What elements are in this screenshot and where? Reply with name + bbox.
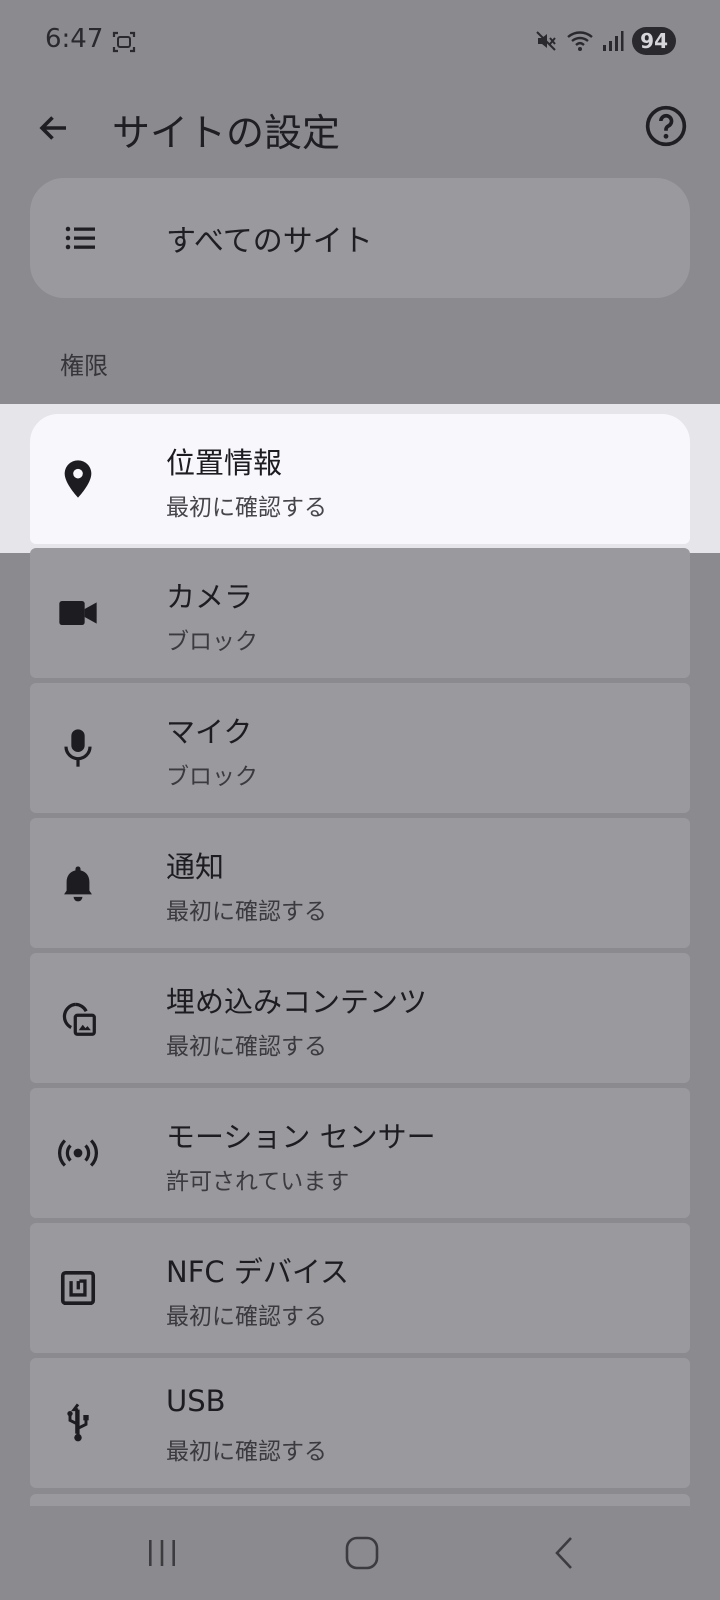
permission-status: 最初に確認する	[166, 495, 327, 521]
permission-title: マイク	[166, 715, 253, 749]
wifi-icon	[567, 31, 593, 51]
status-icons: 94	[534, 26, 676, 56]
permission-title: カメラ	[166, 580, 254, 614]
all-sites-label: すべてのサイト	[166, 224, 373, 259]
usb-icon	[58, 1403, 98, 1443]
microphone-icon	[58, 728, 98, 768]
mute-icon	[536, 31, 556, 51]
permission-item-location[interactable]: 位置情報 最初に確認する	[30, 414, 690, 544]
permission-item-nfc[interactable]: NFC デバイス 最初に確認する	[30, 1223, 690, 1353]
permission-status: 最初に確認する	[166, 1439, 327, 1465]
screenshot-icon	[112, 31, 136, 53]
location-pin-icon	[58, 459, 98, 499]
video-camera-icon	[58, 593, 98, 633]
permission-status: 最初に確認する	[166, 1304, 327, 1330]
permission-status: 許可されています	[166, 1169, 350, 1195]
permission-status: 最初に確認する	[166, 899, 327, 925]
permission-title: 通知	[166, 850, 225, 884]
permission-item-partial[interactable]	[30, 1494, 690, 1506]
bell-icon	[58, 863, 98, 903]
list-icon	[65, 226, 95, 250]
permission-item-microphone[interactable]: マイク ブロック	[30, 683, 690, 813]
permission-status: ブロック	[166, 764, 258, 790]
section-header-permissions: 権限	[60, 352, 108, 380]
home-icon	[345, 1536, 379, 1570]
permission-status: ブロック	[166, 629, 258, 655]
status-time: 6:47	[45, 24, 104, 54]
nfc-icon	[58, 1268, 98, 1308]
permission-status: 最初に確認する	[166, 1034, 327, 1060]
permission-item-motion-sensors[interactable]: モーション センサー 許可されています	[30, 1088, 690, 1218]
recent-apps-button[interactable]	[132, 1528, 192, 1578]
permission-title: USB	[166, 1384, 226, 1418]
signal-icon	[603, 31, 624, 51]
permission-title: NFC デバイス	[166, 1255, 349, 1289]
arrow-left-icon	[39, 116, 66, 140]
help-button[interactable]	[638, 98, 694, 154]
app-bar: サイトの設定	[0, 84, 720, 184]
permission-item-notifications[interactable]: 通知 最初に確認する	[30, 818, 690, 948]
help-icon	[645, 105, 687, 147]
status-bar: 6:47 94	[0, 0, 720, 84]
permission-title: 埋め込みコンテンツ	[166, 985, 428, 1019]
all-sites-item[interactable]: すべてのサイト	[30, 178, 690, 298]
embedded-content-icon	[58, 998, 98, 1038]
permission-item-usb[interactable]: USB 最初に確認する	[30, 1358, 690, 1488]
back-button[interactable]	[30, 104, 78, 152]
recent-apps-icon	[149, 1540, 175, 1566]
permission-title: モーション センサー	[166, 1120, 436, 1154]
page-title: サイトの設定	[112, 111, 341, 155]
home-button[interactable]	[332, 1528, 392, 1578]
permission-item-embedded-content[interactable]: 埋め込みコンテンツ 最初に確認する	[30, 953, 690, 1083]
battery-indicator: 94	[632, 27, 676, 55]
chevron-left-icon	[555, 1537, 572, 1569]
motion-sensor-icon	[58, 1133, 98, 1173]
permission-item-camera[interactable]: カメラ ブロック	[30, 548, 690, 678]
permission-title: 位置情報	[166, 446, 283, 480]
navigation-bar	[0, 1506, 720, 1600]
nav-back-button[interactable]	[534, 1528, 594, 1578]
